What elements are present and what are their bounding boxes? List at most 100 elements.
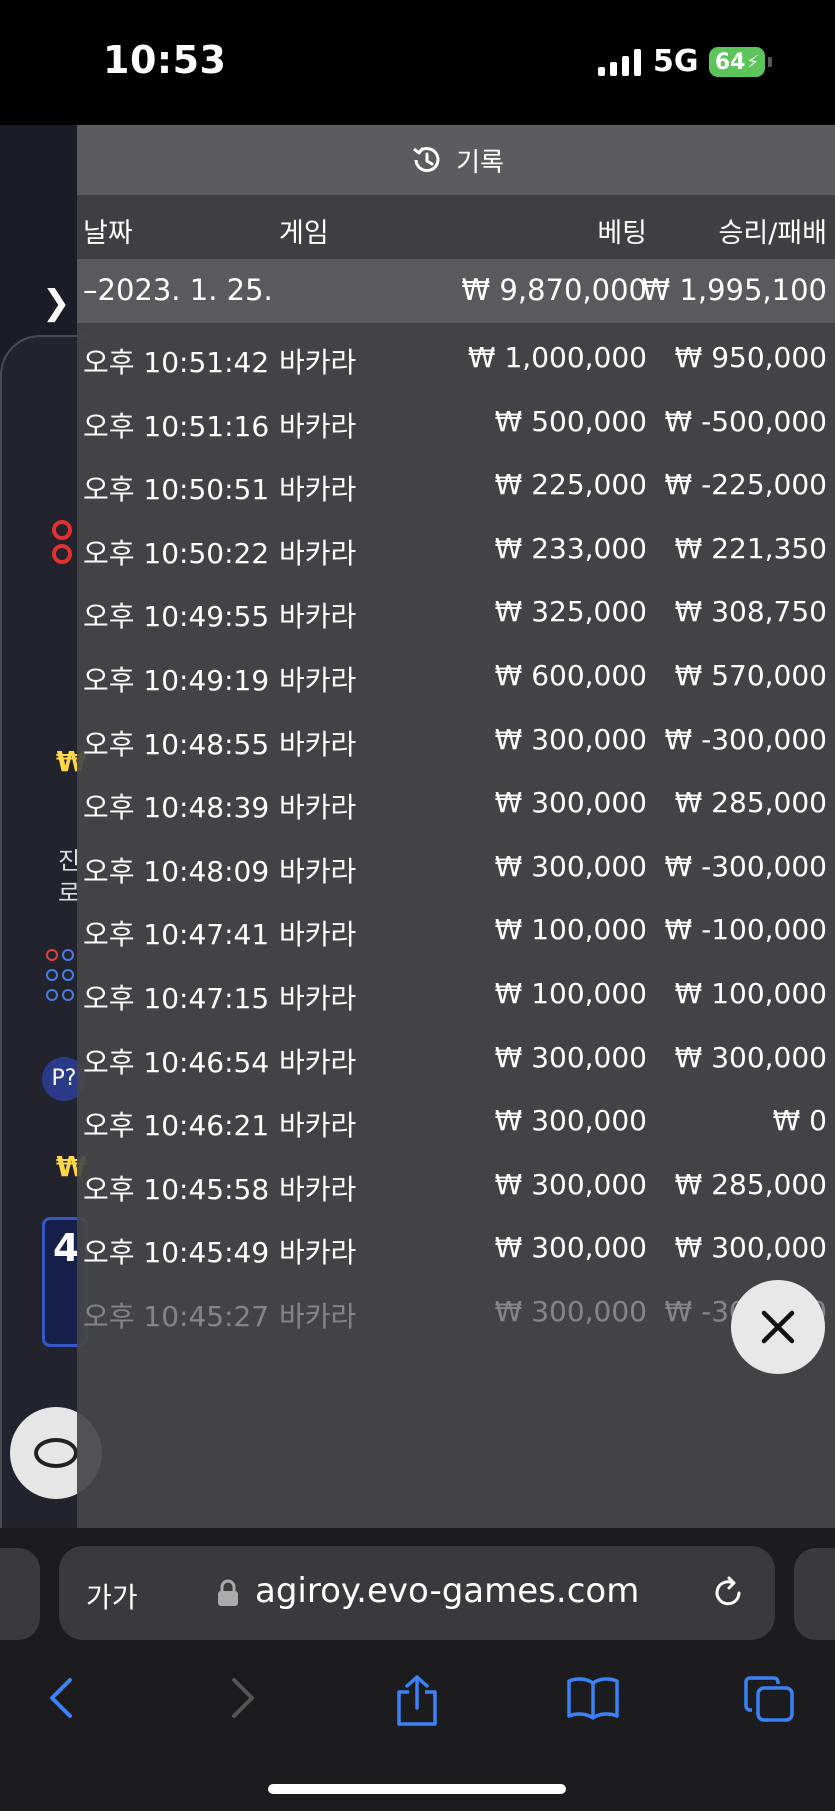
history-row[interactable]: 오후 10:47:15 바카라 ₩ 100,000 ₩ 100,000 <box>77 959 835 1023</box>
row-time: 오후 10:45:27 <box>83 1300 270 1333</box>
history-row[interactable]: 오후 10:48:09 바카라 ₩ 300,000 ₩ -300,000 <box>77 832 835 896</box>
history-row[interactable]: 오후 10:45:49 바카라 ₩ 300,000 ₩ 300,000 <box>77 1213 835 1277</box>
row-game: 바카라 <box>279 473 357 507</box>
tabs-icon[interactable] <box>744 1674 796 1724</box>
row-game: 바카라 <box>279 600 357 634</box>
row-game: 바카라 <box>279 727 357 761</box>
row-time: 오후 10:45:49 <box>83 1236 270 1270</box>
row-result: ₩ 300,000 <box>674 1231 827 1265</box>
evolution-logo-icon: ❯ <box>42 283 71 323</box>
network-type: 5G <box>653 44 699 79</box>
group-total-bet: ₩ 9,870,000 <box>461 273 647 307</box>
row-result: ₩ 308,750 <box>674 595 827 629</box>
row-game: 바카라 <box>279 1045 357 1079</box>
group-date: –2023. 1. 25. <box>83 273 273 307</box>
row-game: 바카라 <box>279 1172 357 1206</box>
row-time: 오후 10:48:55 <box>83 727 270 761</box>
row-result: ₩ -300,000 <box>664 722 827 756</box>
charging-bolt-icon: ⚡ <box>746 51 760 73</box>
row-game: 바카라 <box>279 664 357 697</box>
row-game: 바카라 <box>279 982 357 1015</box>
address-bar[interactable]: 가가 agiroy.evo-games.com <box>59 1546 775 1640</box>
row-time: 오후 10:47:15 <box>83 982 270 1015</box>
row-result: ₩ 0 <box>772 1104 827 1138</box>
row-bet: ₩ 300,000 <box>494 722 647 756</box>
battery-icon: 64 ⚡ <box>709 47 772 77</box>
row-bet: ₩ 1,000,000 <box>467 341 647 374</box>
row-result: ₩ -300,000 <box>664 849 827 883</box>
row-bet: ₩ 300,000 <box>494 1040 647 1074</box>
history-row[interactable]: 오후 10:48:55 바카라 ₩ 300,000 ₩ -300,000 <box>77 705 835 769</box>
row-time: 오후 10:48:09 <box>83 854 270 888</box>
history-row[interactable]: 오후 10:49:55 바카라 ₩ 325,000 ₩ 308,750 <box>77 577 835 641</box>
row-result: ₩ 285,000 <box>674 786 827 820</box>
col-bet: 베팅 <box>597 218 647 249</box>
history-list[interactable]: 오후 10:51:42 바카라 ₩ 1,000,000 ₩ 950,000 오후 10:… <box>77 323 835 1443</box>
roadmap-rings-icon <box>52 520 72 568</box>
row-result: ₩ -225,000 <box>664 468 827 502</box>
row-bet: ₩ 500,000 <box>494 404 647 438</box>
col-game: 게임 <box>279 218 329 249</box>
row-bet: ₩ 300,000 <box>494 1295 647 1328</box>
row-bet: ₩ 225,000 <box>494 468 647 502</box>
forward-icon[interactable] <box>224 1674 260 1724</box>
row-result: ₩ 300,000 <box>674 1040 827 1074</box>
page-settings-button[interactable]: 가가 <box>86 1576 138 1616</box>
row-time: 오후 10:51:16 <box>83 409 270 443</box>
history-row[interactable]: 오후 10:51:16 바카라 ₩ 500,000 ₩ -500,000 <box>77 387 835 451</box>
lock-icon <box>218 1579 238 1606</box>
close-button[interactable] <box>731 1280 825 1374</box>
history-icon <box>413 147 440 173</box>
bookmarks-icon[interactable] <box>566 1674 620 1720</box>
reload-icon[interactable] <box>709 1574 747 1612</box>
row-bet: ₩ 100,000 <box>494 977 647 1010</box>
home-indicator <box>268 1784 566 1794</box>
history-row[interactable]: 오후 10:45:58 바카라 ₩ 300,000 ₩ 285,000 <box>77 1150 835 1214</box>
row-game: 바카라 <box>279 791 357 825</box>
row-time: 오후 10:51:42 <box>83 346 270 379</box>
row-bet: ₩ 300,000 <box>494 849 647 883</box>
row-game: 바카라 <box>279 346 357 379</box>
history-row[interactable]: 오후 10:48:39 바카라 ₩ 300,000 ₩ 285,000 <box>77 768 835 832</box>
row-time: 오후 10:46:54 <box>83 1045 270 1079</box>
back-icon[interactable] <box>44 1674 80 1724</box>
history-row[interactable]: 오후 10:49:19 바카라 ₩ 600,000 ₩ 570,000 <box>77 641 835 705</box>
row-bet: ₩ 600,000 <box>494 659 647 692</box>
row-bet: ₩ 100,000 <box>494 913 647 947</box>
status-bar: 10:53 5G 64 ⚡ <box>0 0 835 125</box>
url-text: agiroy.evo-games.com <box>255 1571 640 1611</box>
row-bet: ₩ 325,000 <box>494 595 647 629</box>
row-game: 바카라 <box>279 1300 357 1333</box>
history-row[interactable]: 오후 10:46:54 바카라 ₩ 300,000 ₩ 300,000 <box>77 1023 835 1087</box>
history-row[interactable]: 오후 10:45:27바카라₩ 300,000₩ -300,000 <box>77 1277 835 1341</box>
row-result: ₩ 950,000 <box>674 341 827 374</box>
row-bet: ₩ 300,000 <box>494 1104 647 1138</box>
row-time: 오후 10:49:55 <box>83 600 270 634</box>
group-total-result: ₩ 1,995,100 <box>641 273 827 307</box>
browser-toolbar: 가가 agiroy.evo-games.com <box>0 1528 835 1811</box>
row-result: ₩ 570,000 <box>674 659 827 692</box>
row-bet: ₩ 300,000 <box>494 1167 647 1201</box>
date-group-row[interactable]: –2023. 1. 25. ₩ 9,870,000 ₩ 1,995,100 <box>77 259 835 323</box>
panel-title: 기록 <box>456 147 504 178</box>
cellular-signal-icon <box>598 48 641 76</box>
chip-stack-icon <box>34 1438 78 1468</box>
row-bet: ₩ 233,000 <box>494 531 647 565</box>
previous-tab-preview[interactable] <box>0 1548 40 1640</box>
history-row[interactable]: 오후 10:50:51 바카라 ₩ 225,000 ₩ -225,000 <box>77 450 835 514</box>
row-game: 바카라 <box>279 536 357 570</box>
history-row[interactable]: 오후 10:50:22 바카라 ₩ 233,000 ₩ 221,350 <box>77 514 835 578</box>
next-tab-preview[interactable] <box>794 1548 835 1640</box>
row-time: 오후 10:46:21 <box>83 1109 270 1143</box>
history-row[interactable]: 오후 10:47:41 바카라 ₩ 100,000 ₩ -100,000 <box>77 895 835 959</box>
row-time: 오후 10:47:41 <box>83 918 270 952</box>
history-row[interactable]: 오후 10:51:42 바카라 ₩ 1,000,000 ₩ 950,000 <box>77 323 835 387</box>
row-game: 바카라 <box>279 1109 357 1143</box>
battery-level: 64 <box>714 49 746 75</box>
row-bet: ₩ 300,000 <box>494 1231 647 1265</box>
roadmap-dots <box>44 947 76 1007</box>
row-result: ₩ -100,000 <box>664 913 827 947</box>
history-row[interactable]: 오후 10:46:21 바카라 ₩ 300,000 ₩ 0 <box>77 1086 835 1150</box>
row-result: ₩ 100,000 <box>674 977 827 1010</box>
share-icon[interactable] <box>394 1674 440 1728</box>
